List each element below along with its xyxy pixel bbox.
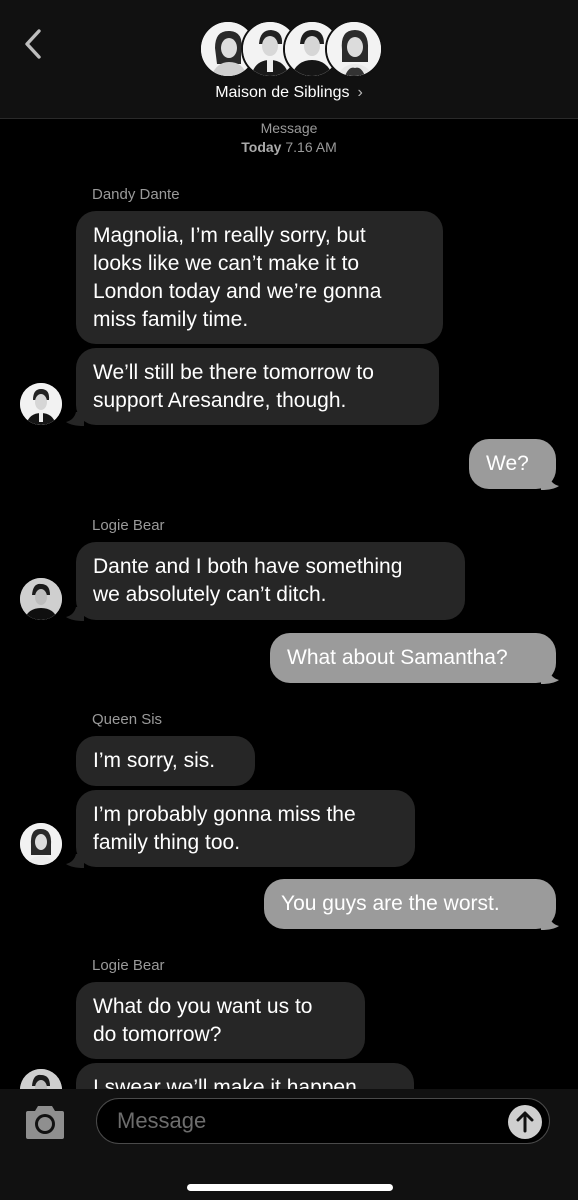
- group-name-button[interactable]: Maison de Siblings ›: [0, 84, 578, 102]
- sender-name: Logie Bear: [92, 517, 165, 534]
- bubble-tail: [541, 916, 559, 930]
- group-name: Maison de Siblings: [215, 84, 350, 101]
- avatar: [325, 20, 383, 78]
- message-bubble-outgoing[interactable]: What about Samantha?: [270, 633, 556, 683]
- message-bubble-incoming[interactable]: We’ll still be there tomorrow to support…: [76, 348, 439, 425]
- message-bubble-incoming[interactable]: I’m probably gonna miss the family thing…: [76, 790, 415, 867]
- bubble-tail: [66, 854, 84, 868]
- sender-name: Queen Sis: [92, 711, 163, 728]
- message-bubble-incoming[interactable]: I’m sorry, sis.: [76, 736, 255, 786]
- timestamp-day: Today: [241, 139, 282, 155]
- chevron-right-icon: ›: [357, 84, 363, 101]
- timestamp: Message Today 7.16 AM: [0, 119, 578, 157]
- sender-name: Dandy Dante: [92, 186, 180, 203]
- group-avatars[interactable]: [199, 20, 383, 78]
- message-bubble-outgoing[interactable]: You guys are the worst.: [264, 879, 556, 929]
- message-list[interactable]: Message Today 7.16 AM Dandy Dante Magnol…: [0, 119, 578, 1089]
- avatar[interactable]: [20, 383, 62, 425]
- send-arrow-icon: [516, 1111, 534, 1133]
- bubble-tail: [541, 476, 559, 490]
- message-bubble-incoming[interactable]: What do you want us to do tomorrow?: [76, 982, 365, 1059]
- bubble-tail: [541, 670, 559, 684]
- timestamp-label: Message: [260, 120, 318, 136]
- message-bubble-incoming[interactable]: I swear we’ll make it happen.: [76, 1063, 414, 1089]
- camera-button[interactable]: [22, 1105, 68, 1141]
- bubble-tail: [66, 412, 84, 426]
- avatar[interactable]: [20, 578, 62, 620]
- chevron-left-icon: [25, 29, 41, 59]
- camera-icon: [26, 1106, 64, 1139]
- message-bubble-incoming[interactable]: Dante and I both have something we absol…: [76, 542, 465, 620]
- timestamp-time: 7.16 AM: [285, 139, 337, 155]
- message-input[interactable]: [96, 1098, 550, 1144]
- message-bubble-incoming[interactable]: Magnolia, I’m really sorry, but looks li…: [76, 211, 443, 344]
- sender-name: Logie Bear: [92, 957, 165, 974]
- send-button[interactable]: [508, 1105, 542, 1139]
- home-indicator: [187, 1184, 393, 1191]
- avatar[interactable]: [20, 1069, 62, 1089]
- chat-header: Maison de Siblings ›: [0, 0, 578, 119]
- bubble-tail: [66, 607, 84, 621]
- avatar[interactable]: [20, 823, 62, 865]
- back-button[interactable]: [18, 26, 50, 62]
